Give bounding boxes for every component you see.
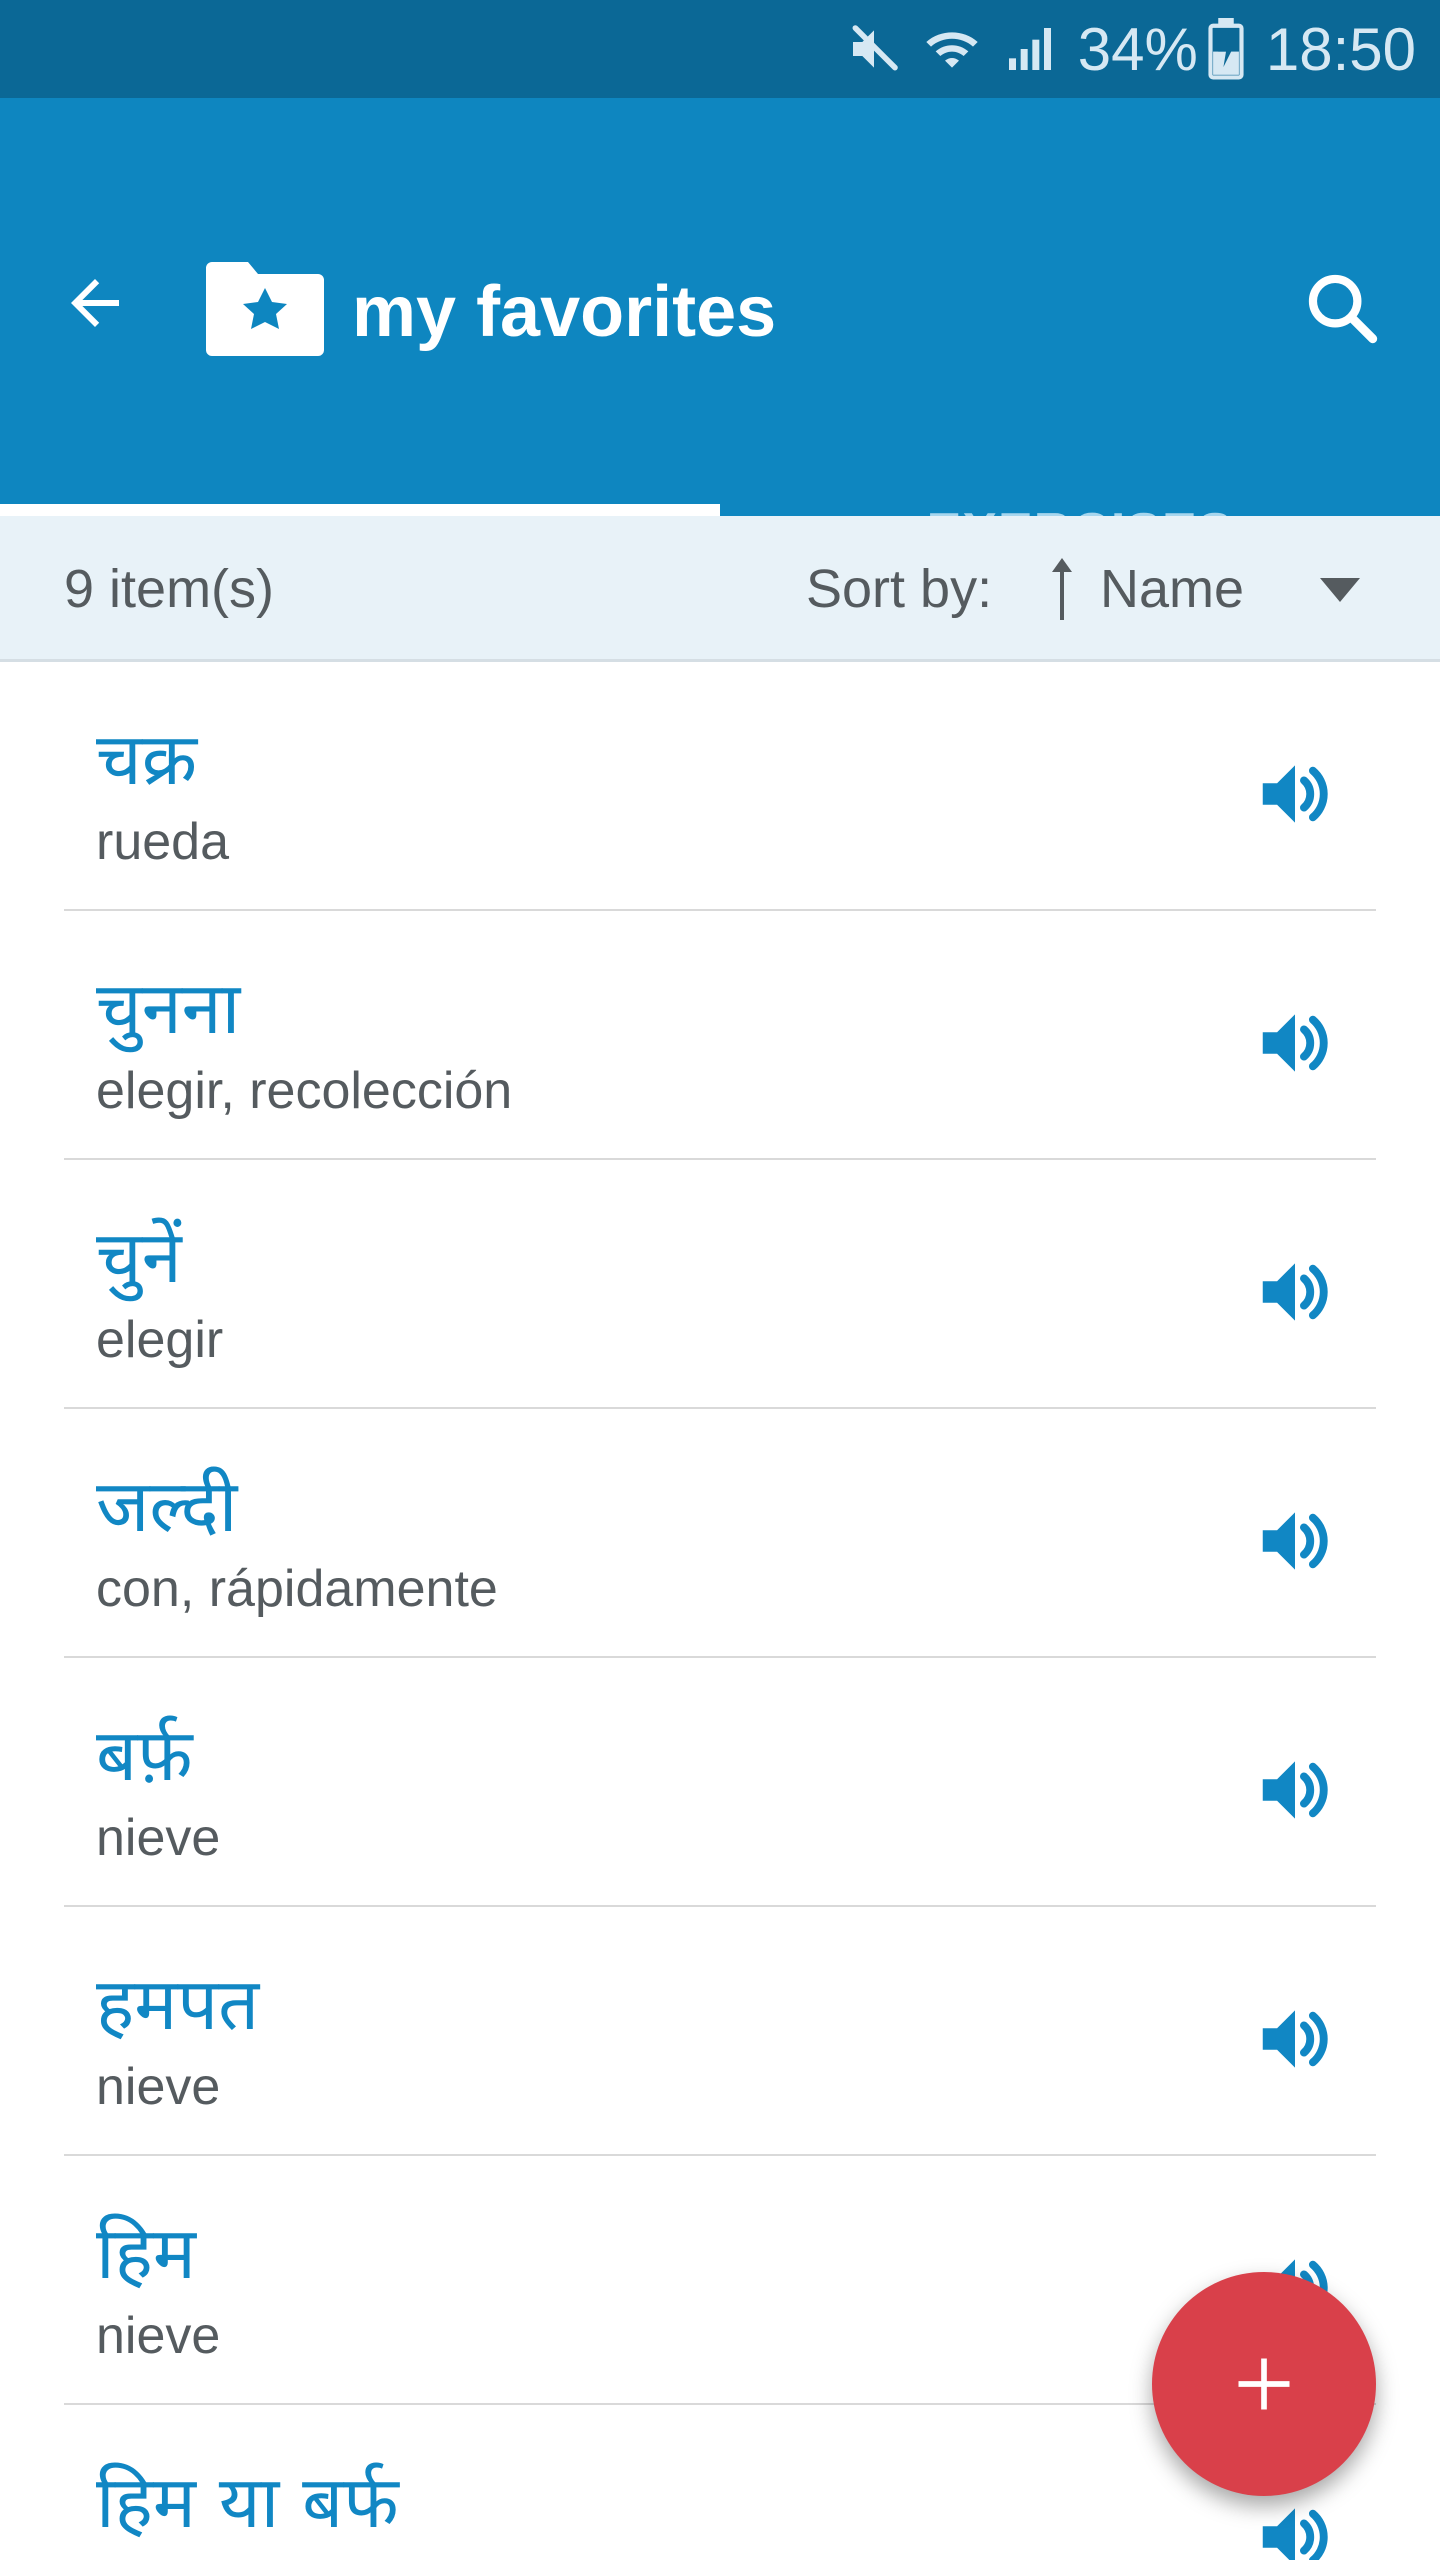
word-translation: con, rápidamente [96,1560,498,1618]
list-item[interactable]: चुनना elegir, recolección [0,911,1440,1160]
word-term: हिम [96,2211,196,2295]
speaker-icon [1262,765,1328,823]
speaker-icon [1262,1263,1328,1321]
back-button[interactable] [50,258,140,348]
mute-icon [846,21,902,77]
battery-percent: 34% [1077,15,1198,83]
word-translation: elegir [96,1311,224,1369]
word-translation: nieve [96,1809,221,1867]
list-item[interactable]: हमपत nieve [0,1907,1440,2156]
word-term: हमपत [96,1962,260,2046]
speaker-button[interactable] [1245,2487,1345,2560]
word-term: चुनें [96,1215,182,1299]
word-term: हिम या बर्फ [96,2460,399,2544]
arrow-up-icon[interactable] [1044,554,1080,624]
word-term: चुनना [96,966,241,1050]
speaker-button[interactable] [1245,993,1345,1093]
item-count: 9 item(s) [64,559,275,619]
screen: 34% 18:50 my favorites 9 item(s) Sort by… [0,0,1440,2560]
word-term: जल्दी [96,1464,238,1548]
clock: 18:50 [1265,15,1416,83]
caret-down-icon[interactable] [1310,560,1370,620]
arrow-left-icon [71,279,119,327]
sort-value[interactable]: Name [1100,516,1244,662]
folder-star-icon [204,258,326,358]
word-translation: elegir, recolección [96,1062,513,1120]
list-item[interactable]: चुनें elegir [0,1160,1440,1409]
word-term: चक्र [96,717,198,801]
speaker-icon [1262,1761,1328,1819]
search-icon [1308,274,1378,344]
speaker-icon [1262,2010,1328,2068]
app-bar: my favorites MY DICTIONARY EXERCISES [0,98,1440,561]
signal-icon [1002,21,1058,77]
search-button[interactable] [1292,258,1392,358]
list-item[interactable]: बर्फ़ nieve [0,1658,1440,1907]
list-item[interactable]: चक्र rueda [0,662,1440,911]
add-word-button[interactable] [1152,2272,1376,2496]
status-bar: 34% 18:50 [0,0,1440,98]
word-translation: nieve [96,2307,221,2365]
list-item[interactable]: जल्दी con, rápidamente [0,1409,1440,1658]
tab-indicator [0,504,720,516]
sort-label: Sort by: [806,559,993,619]
speaker-icon [1262,1512,1328,1570]
battery-charging-icon [1206,18,1246,80]
speaker-button[interactable] [1245,744,1345,844]
plus-icon [1238,2358,1290,2410]
wifi-icon [924,21,980,77]
word-list: चक्र rueda चुनना elegir, recolección चुन… [0,662,1440,2560]
page-title: my favorites [352,272,777,352]
word-translation: nieve [96,2058,221,2116]
sort-bar: 9 item(s) Sort by: Name [0,516,1440,662]
word-translation: rueda [96,813,229,871]
speaker-button[interactable] [1245,1740,1345,1840]
speaker-icon [1262,1014,1328,1072]
speaker-button[interactable] [1245,1989,1345,2089]
word-term: बर्फ़ [96,1713,193,1797]
speaker-button[interactable] [1245,1242,1345,1342]
speaker-button[interactable] [1245,1491,1345,1591]
speaker-icon [1262,2508,1328,2560]
